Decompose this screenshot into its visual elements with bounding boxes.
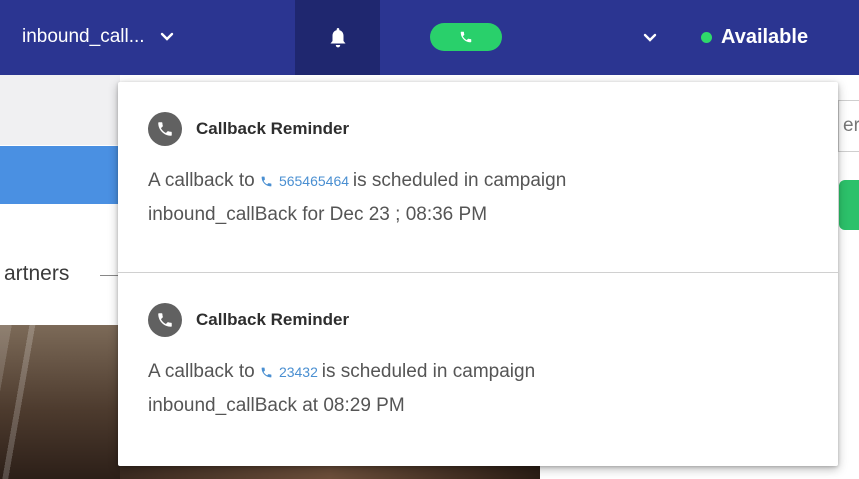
top-bar: inbound_call... Available [0, 0, 859, 75]
notification-title: Callback Reminder [196, 119, 350, 138]
campaign-label: inbound_call... [22, 26, 145, 47]
notification-item[interactable]: Callback Reminder A callback to 23432 is… [118, 273, 838, 463]
notification-body: A callback to 23432 is scheduled in camp… [148, 355, 788, 423]
phone-icon [148, 303, 182, 337]
notification-suffix: inbound_callBack for Dec 23 ; 08:36 PM [148, 204, 488, 225]
bell-icon [330, 27, 345, 47]
notification-item[interactable]: Callback Reminder A callback to 56546546… [118, 82, 838, 272]
page-partners-text: artners [4, 262, 70, 285]
status-label: Available [721, 26, 809, 48]
page-divider [100, 275, 120, 276]
page-background-strip [0, 75, 120, 145]
notification-body: A callback to 565465464 is scheduled in … [148, 164, 788, 232]
phone-icon [261, 367, 272, 378]
chevron-down-icon[interactable] [642, 30, 658, 46]
notifications-button[interactable] [295, 0, 380, 75]
call-button[interactable] [430, 23, 502, 51]
notification-prefix: A callback to [148, 361, 255, 382]
page-input-fragment[interactable]: er [838, 100, 859, 152]
notification-header: Callback Reminder [148, 112, 349, 146]
notification-title: Callback Reminder [196, 310, 350, 329]
phone-icon [460, 31, 472, 43]
phone-icon [148, 112, 182, 146]
notification-suffix: inbound_callBack at 08:29 PM [148, 395, 405, 416]
page-green-button[interactable] [839, 180, 859, 230]
page-background-image-strip [120, 465, 540, 479]
page-blue-bar [0, 146, 120, 204]
phone-icon [261, 176, 272, 187]
notifications-panel: Callback Reminder A callback to 56546546… [118, 82, 838, 466]
notification-middle: is scheduled in campaign [352, 170, 567, 191]
page-background-image [0, 325, 120, 479]
notification-middle: is scheduled in campaign [321, 361, 536, 382]
callback-number-link[interactable]: 23432 [260, 364, 322, 380]
callback-number: 23432 [278, 364, 318, 380]
notification-prefix: A callback to [148, 170, 255, 191]
chevron-down-icon [160, 32, 173, 41]
callback-number: 565465464 [278, 173, 350, 189]
callback-number-link[interactable]: 565465464 [260, 173, 353, 189]
notification-header: Callback Reminder [148, 303, 349, 337]
agent-status[interactable]: Available [701, 26, 808, 49]
status-dot [701, 32, 712, 43]
campaign-selector[interactable]: inbound_call... [22, 26, 175, 48]
